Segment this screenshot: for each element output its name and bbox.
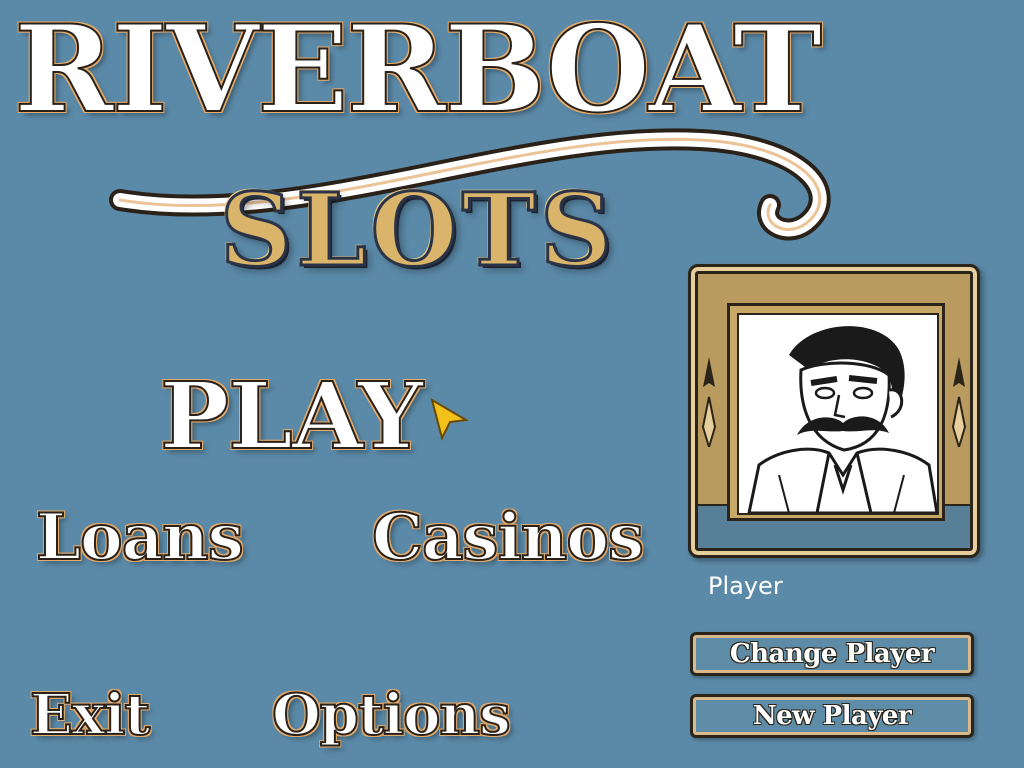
player-portrait-frame xyxy=(688,264,980,558)
new-player-button[interactable]: New Player xyxy=(690,694,974,738)
change-player-button[interactable]: Change Player xyxy=(690,632,974,676)
exit-button[interactable]: Exit xyxy=(29,681,151,749)
logo-title: RIVERBOAT xyxy=(13,0,823,140)
player-avatar xyxy=(737,313,939,515)
mouse-cursor-icon xyxy=(430,398,470,441)
right-ornament-icon xyxy=(951,357,967,447)
mustached-man-icon xyxy=(747,326,937,513)
logo-subtitle: SLOTS xyxy=(218,171,617,289)
current-player-name: Player xyxy=(708,572,783,600)
play-button[interactable]: PLAY xyxy=(159,361,424,471)
left-ornament-icon xyxy=(701,357,717,447)
options-button[interactable]: Options xyxy=(271,681,512,749)
loans-button[interactable]: Loans xyxy=(35,499,245,576)
casinos-button[interactable]: Casinos xyxy=(371,499,645,576)
portrait-mat xyxy=(727,303,945,521)
